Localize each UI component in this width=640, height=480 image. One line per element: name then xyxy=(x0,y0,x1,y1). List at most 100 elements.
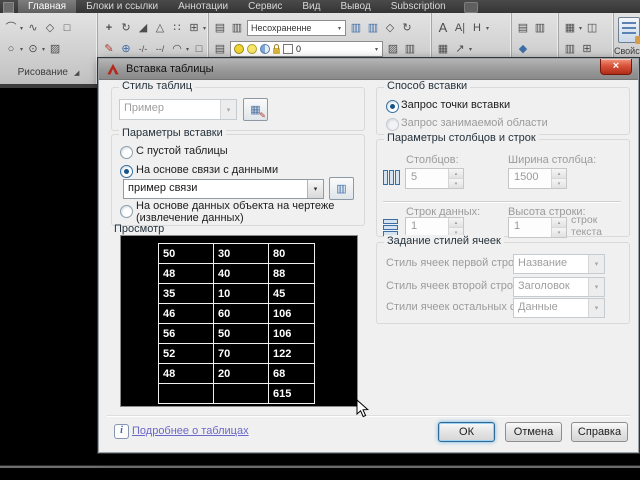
layer-match-icon[interactable]: ▤ xyxy=(213,20,227,36)
layer-state-dropdown[interactable]: Несохраненне ▾ xyxy=(247,20,346,36)
leader-icon[interactable]: ↗ xyxy=(453,41,467,57)
mirror-icon[interactable]: △ xyxy=(153,20,167,36)
radio-from-data-link-label[interactable]: На основе связи с данными xyxy=(136,164,278,176)
chevron-down-icon[interactable]: ▾ xyxy=(307,180,323,198)
spin-down-icon[interactable]: ▾ xyxy=(552,228,566,237)
rotate-icon[interactable]: ↻ xyxy=(119,20,133,36)
other-rows-style-dropdown[interactable]: Данные ▾ xyxy=(513,298,605,318)
launch-table-style-button[interactable]: ▦ ✎ xyxy=(243,98,268,121)
layer-thaw-icon[interactable] xyxy=(247,44,257,54)
layer-viewport-icon[interactable] xyxy=(260,44,270,54)
radio-request-point-label[interactable]: Запрос точки вставки xyxy=(401,99,510,111)
layer-walk-icon[interactable]: ▨ xyxy=(386,41,400,57)
tab-блоки-и-ссылки[interactable]: Блоки и ссылки xyxy=(76,0,168,13)
mtext-icon[interactable]: A xyxy=(436,20,450,36)
table-tool-icon[interactable]: ▦ xyxy=(436,41,450,57)
close-button[interactable]: × xyxy=(600,59,632,75)
hatch-icon[interactable]: ▨ xyxy=(48,41,62,57)
radio-request-point[interactable] xyxy=(386,100,399,113)
chevron-down-icon[interactable]: ▾ xyxy=(469,46,472,53)
table-style-dropdown[interactable]: Пример ▾ xyxy=(119,99,237,120)
layer-vpdefault-icon[interactable]: ▥ xyxy=(403,41,417,57)
first-row-style-dropdown[interactable]: Название ▾ xyxy=(513,254,605,274)
chevron-down-icon[interactable]: ▾ xyxy=(371,46,382,53)
radio-from-object-data-label[interactable]: На основе данных объекта на чертеже (изв… xyxy=(136,200,356,224)
chevron-down-icon[interactable]: ▾ xyxy=(220,100,236,119)
help-button[interactable]: Справка xyxy=(571,422,628,442)
spin-down-icon[interactable]: ▾ xyxy=(552,179,566,188)
data-link-manager-button[interactable]: ▥ xyxy=(329,177,354,200)
spin-down-icon[interactable]: ▾ xyxy=(449,179,463,188)
chevron-down-icon[interactable]: ▾ xyxy=(334,25,345,32)
tab-вид[interactable]: Вид xyxy=(292,0,330,13)
ribbon-options-icon[interactable] xyxy=(464,2,478,13)
chevron-down-icon[interactable]: ▾ xyxy=(20,46,23,53)
chevron-down-icon[interactable]: ▾ xyxy=(579,25,582,32)
spin-up-icon[interactable]: ▴ xyxy=(449,218,463,228)
spin-up-icon[interactable]: ▴ xyxy=(552,169,566,179)
layer-on-bulb-icon[interactable] xyxy=(234,44,244,54)
data-link-dropdown[interactable]: пример связи ▾ xyxy=(123,179,324,199)
properties-panel-label[interactable]: Свойст xyxy=(614,46,640,56)
create-block-icon[interactable]: ▥ xyxy=(533,20,547,36)
scale-icon[interactable]: ◢ xyxy=(136,20,150,36)
radio-from-object-data[interactable] xyxy=(120,205,133,218)
publish-icon[interactable]: ⊞ xyxy=(580,41,594,57)
dimension-icon[interactable]: H xyxy=(470,20,484,36)
layer-color-swatch[interactable] xyxy=(283,44,293,54)
chevron-down-icon[interactable]: ▾ xyxy=(588,299,604,317)
polygon-icon[interactable]: ◇ xyxy=(43,20,57,36)
erase-pencil-icon[interactable]: ✎ xyxy=(102,41,116,57)
layer-off-icon[interactable]: ↻ xyxy=(400,20,414,36)
radio-request-area[interactable] xyxy=(386,118,399,131)
columns-spinner[interactable]: 5 ▴▾ xyxy=(405,168,464,189)
chevron-down-icon[interactable]: ▾ xyxy=(588,255,604,273)
radio-request-area-label[interactable]: Запрос занимаемой области xyxy=(401,117,548,129)
layer-properties-icon[interactable]: ▤ xyxy=(213,41,227,57)
dialog-title-bar[interactable]: Вставка таблицы × xyxy=(99,59,638,80)
extend-icon[interactable]: --/ xyxy=(153,41,167,57)
layer-dropdown[interactable]: 0 ▾ xyxy=(230,41,383,57)
row-height-spinner[interactable]: 1 ▴▾ xyxy=(508,217,567,238)
layer-unlock-icon[interactable] xyxy=(273,48,280,54)
chevron-down-icon[interactable]: ▾ xyxy=(486,25,489,32)
new-layout-icon[interactable]: ▦ xyxy=(563,20,577,36)
arc-icon[interactable]: ⌒ xyxy=(4,20,18,36)
copy-icon[interactable]: ⊞ xyxy=(187,20,201,36)
tab-вывод[interactable]: Вывод xyxy=(330,0,380,13)
fillet-icon[interactable]: ◠ xyxy=(170,41,184,57)
chevron-down-icon[interactable]: ▾ xyxy=(20,25,23,32)
layer-isolate-icon[interactable]: ▥ xyxy=(349,20,363,36)
tab-аннотации[interactable]: Аннотации xyxy=(168,0,238,13)
radio-from-empty-table-label[interactable]: С пустой таблицы xyxy=(136,145,228,157)
spin-up-icon[interactable]: ▴ xyxy=(449,169,463,179)
layer-prev-icon[interactable]: ▥ xyxy=(230,20,244,36)
array-icon[interactable]: ∷ xyxy=(170,20,184,36)
tab-subscription[interactable]: Subscription xyxy=(381,0,456,13)
tab-сервис[interactable]: Сервис xyxy=(238,0,292,13)
ok-button[interactable]: ОК xyxy=(438,422,495,442)
spline-icon[interactable]: ∿ xyxy=(26,20,40,36)
spin-up-icon[interactable]: ▴ xyxy=(552,218,566,228)
sheet-set-icon[interactable]: ▥ xyxy=(563,41,577,57)
app-menu-icon[interactable] xyxy=(3,2,14,13)
text-icon[interactable]: A| xyxy=(453,20,467,36)
insert-block-icon[interactable]: ▤ xyxy=(516,20,530,36)
region-icon[interactable]: □ xyxy=(192,41,206,57)
panel-expand-icon[interactable]: ◢ xyxy=(74,69,79,77)
chevron-down-icon[interactable]: ▾ xyxy=(588,278,604,296)
edit-hatch-icon[interactable]: ⊕ xyxy=(119,41,133,57)
radio-from-empty-table[interactable] xyxy=(120,146,133,159)
ellipse-icon[interactable]: ⊙ xyxy=(26,41,40,57)
cancel-button[interactable]: Отмена xyxy=(505,422,562,442)
tab-главная[interactable]: Главная xyxy=(18,0,76,13)
properties-palette-icon[interactable] xyxy=(618,17,640,43)
rectangle-icon[interactable]: □ xyxy=(60,20,74,36)
move-icon[interactable]: + xyxy=(102,20,116,36)
trim-icon[interactable]: -/- xyxy=(136,41,150,57)
learn-about-tables-link[interactable]: Подробнее о таблицах xyxy=(132,425,249,437)
second-row-style-dropdown[interactable]: Заголовок ▾ xyxy=(513,277,605,297)
chevron-down-icon[interactable]: ▾ xyxy=(42,46,45,53)
layer-unisolate-icon[interactable]: ▥ xyxy=(366,20,380,36)
column-width-spinner[interactable]: 1500 ▴▾ xyxy=(508,168,567,189)
